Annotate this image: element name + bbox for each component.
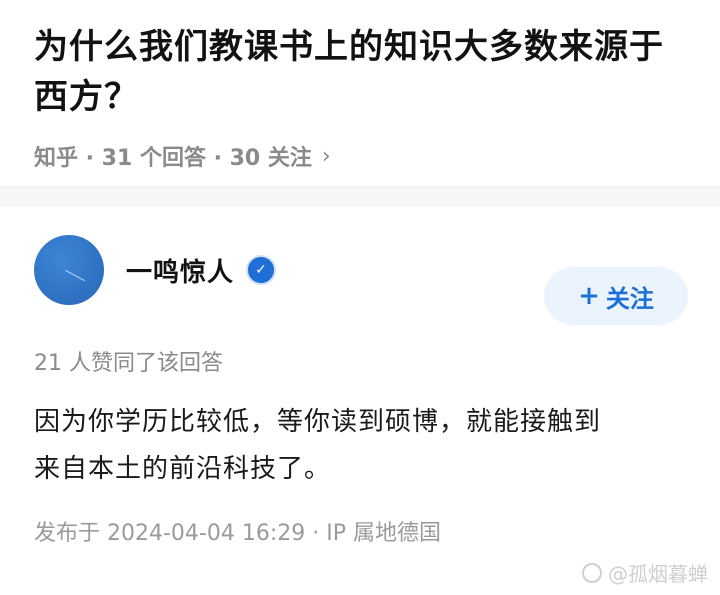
question-title[interactable]: 为什么我们教课书上的知识大多数来源于西方？	[34, 22, 686, 122]
answer-content[interactable]: 因为你学历比较低，等你读到硕博，就能接触到 来自本土的前沿科技了。	[34, 399, 686, 493]
avatar[interactable]	[34, 235, 104, 305]
question-meta[interactable]: 知乎 · 31 个回答 · 30 关注 ›	[34, 140, 686, 172]
follow-button[interactable]: + 关注	[544, 267, 688, 325]
weibo-icon	[582, 562, 602, 583]
chevron-right-icon: ›	[321, 143, 331, 169]
question-header: 为什么我们教课书上的知识大多数来源于西方？ 知乎 · 31 个回答 · 30 关…	[0, 0, 720, 186]
publish-time: 发布于 2024-04-04 16:29 · IP 属地德国	[34, 521, 441, 546]
author-name[interactable]: 一鸣惊人	[126, 252, 234, 289]
watermark: @孤烟暮蝉	[582, 558, 708, 587]
watermark-text: @孤烟暮蝉	[608, 562, 708, 586]
avatar-streak	[65, 269, 85, 282]
answer-content-line: 因为你学历比较低，等你读到硕博，就能接触到	[34, 407, 602, 437]
question-meta-text: 知乎 · 31 个回答 · 30 关注	[34, 146, 312, 171]
plus-icon: +	[578, 281, 600, 311]
answer-content-line: 来自本土的前沿科技了。	[34, 454, 332, 484]
follow-label: 关注	[605, 284, 654, 313]
verified-badge-icon: ✓	[246, 255, 277, 285]
section-divider	[0, 186, 720, 207]
vote-count: 21 人赞同了该回答	[34, 351, 223, 376]
answer-card: 一鸣惊人 ✓ + 关注 21 人赞同了该回答 因为你学历比较低，等你读到硕博，就…	[0, 217, 720, 547]
